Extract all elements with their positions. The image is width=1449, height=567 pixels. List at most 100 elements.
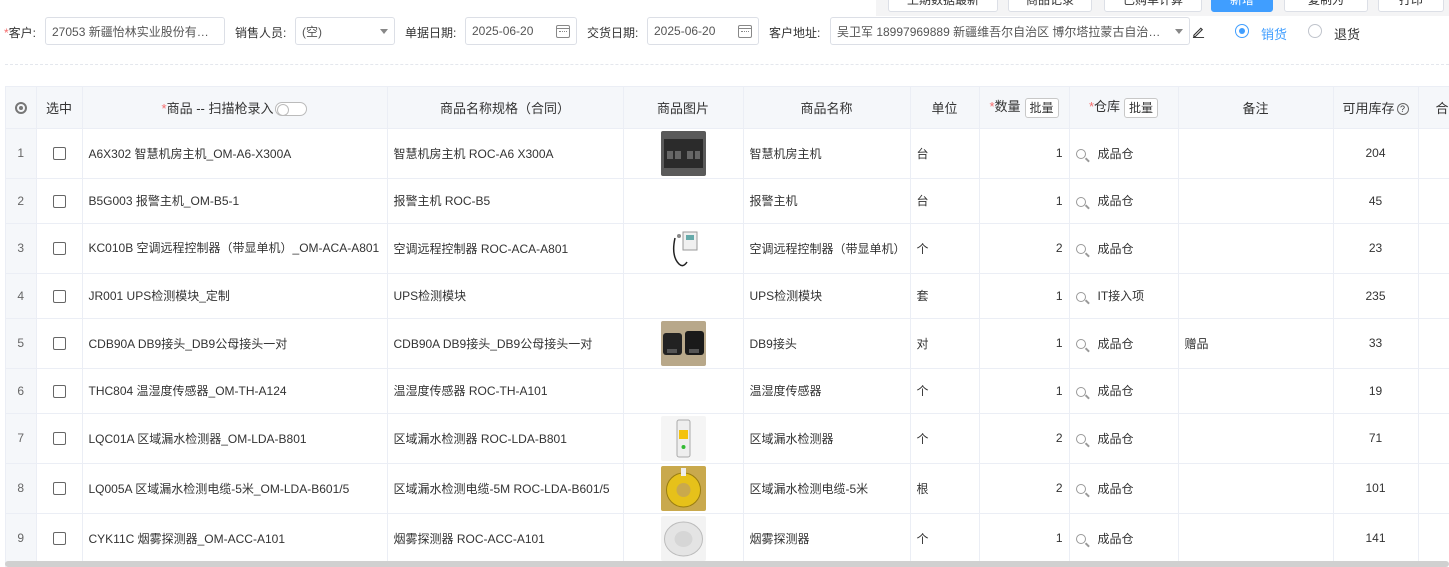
search-icon[interactable] <box>1075 339 1086 350</box>
warehouse-cell[interactable]: 成品仓 <box>1069 318 1179 369</box>
radio-sale-label[interactable]: 销货 <box>1261 24 1287 43</box>
row-checkbox[interactable] <box>52 147 66 161</box>
toolbar-button-4[interactable]: 复制为 <box>1284 0 1368 12</box>
spec-cell[interactable]: 温湿度传感器 ROC-TH-A101 <box>387 368 624 414</box>
product-image[interactable] <box>630 130 737 176</box>
print-button[interactable]: 打印 <box>1378 0 1444 12</box>
product-image[interactable] <box>630 465 737 511</box>
warehouse-cell[interactable]: 成品仓 <box>1069 463 1179 514</box>
scanner-toggle[interactable] <box>275 102 308 117</box>
row-checkbox[interactable] <box>52 337 66 351</box>
product-image[interactable] <box>630 225 737 271</box>
table-row[interactable]: 5 CDB90A DB9接头_DB9公母接头一对 CDB90A DB9接头_DB9公… <box>6 318 1449 369</box>
row-checkbox[interactable] <box>52 384 66 398</box>
table-row[interactable]: 6 THC804 温湿度传感器_OM-TH-A124 温湿度传感器 ROC-TH-A… <box>6 368 1449 414</box>
unit-cell[interactable]: 对 <box>910 318 980 369</box>
qty-cell[interactable]: 1 <box>979 318 1070 369</box>
unit-cell[interactable]: 个 <box>910 413 980 464</box>
help-icon[interactable]: ? <box>1396 103 1409 116</box>
radio-return-label[interactable]: 退货 <box>1334 24 1360 43</box>
edit-icon[interactable] <box>1192 25 1205 38</box>
warehouse-cell[interactable]: 成品仓 <box>1069 178 1179 224</box>
remark-cell[interactable] <box>1178 223 1334 274</box>
table-row[interactable]: 8 LQ005A 区域漏水检测电缆-5米_OM-LDA-B601/5 区域漏水检测电… <box>6 463 1449 514</box>
search-icon[interactable] <box>1075 386 1086 397</box>
name-cell[interactable]: 区域漏水检测器 <box>743 413 911 464</box>
spec-cell[interactable]: 区域漏水检测器 ROC-LDA-B801 <box>387 413 624 464</box>
unit-cell[interactable]: 个 <box>910 513 980 564</box>
qty-cell[interactable]: 2 <box>979 223 1070 274</box>
warehouse-cell[interactable]: 成品仓 <box>1069 513 1179 564</box>
row-checkbox[interactable] <box>52 532 66 546</box>
gear-icon[interactable] <box>14 102 27 115</box>
warehouse-cell[interactable]: 成品仓 <box>1069 128 1179 179</box>
radio-sale[interactable] <box>1235 24 1249 38</box>
name-cell[interactable]: 温湿度传感器 <box>743 368 911 414</box>
unit-cell[interactable]: 台 <box>910 128 980 179</box>
name-cell[interactable]: 区域漏水检测电缆-5米 <box>743 463 911 514</box>
name-cell[interactable]: UPS检测模块 <box>743 273 911 319</box>
warehouse-cell[interactable]: 成品仓 <box>1069 413 1179 464</box>
product-image[interactable] <box>630 515 737 561</box>
row-checkbox[interactable] <box>52 242 66 256</box>
remark-cell[interactable] <box>1178 413 1334 464</box>
search-icon[interactable] <box>1075 434 1086 445</box>
product-cell[interactable]: THC804 温湿度传感器_OM-TH-A124 <box>82 368 388 414</box>
qty-cell[interactable]: 2 <box>979 413 1070 464</box>
add-new-button[interactable]: 新增 <box>1211 0 1273 12</box>
warehouse-batch-button[interactable]: 批量 <box>1124 98 1159 119</box>
row-checkbox[interactable] <box>52 432 66 446</box>
radio-return[interactable] <box>1308 24 1322 38</box>
remark-cell[interactable] <box>1178 178 1334 224</box>
spec-cell[interactable]: UPS检测模块 <box>387 273 624 319</box>
product-cell[interactable]: JR001 UPS检测模块_定制 <box>82 273 388 319</box>
qty-batch-button[interactable]: 批量 <box>1024 98 1059 119</box>
spec-cell[interactable]: 烟雾探测器 ROC-ACC-A101 <box>387 513 624 564</box>
bill-date-picker[interactable]: 2025-06-20 <box>465 17 577 45</box>
customer-select[interactable]: 27053 新疆怡林实业股份有限公司 <box>45 17 225 45</box>
unit-cell[interactable]: 台 <box>910 178 980 224</box>
row-checkbox[interactable] <box>52 289 66 303</box>
row-checkbox[interactable] <box>52 194 66 208</box>
search-icon[interactable] <box>1075 484 1086 495</box>
warehouse-cell[interactable]: 成品仓 <box>1069 368 1179 414</box>
toolbar-button-2[interactable]: 已购单计算 <box>1104 0 1202 12</box>
product-image[interactable] <box>630 320 737 366</box>
toolbar-button-1[interactable]: 商品记录 <box>1008 0 1092 12</box>
qty-cell[interactable]: 1 <box>979 513 1070 564</box>
sales-select[interactable]: (空) <box>295 17 395 45</box>
name-cell[interactable]: 空调远程控制器（带显单机） <box>743 223 911 274</box>
column-settings[interactable] <box>6 87 37 129</box>
table-row[interactable]: 3 KC010B 空调远程控制器（带显单机）_OM-ACA-A801 空调远程控制器… <box>6 223 1449 274</box>
remark-cell[interactable]: 赠品 <box>1178 318 1334 369</box>
row-checkbox[interactable] <box>52 482 66 496</box>
spec-cell[interactable]: CDB90A DB9接头_DB9公母接头一对 <box>387 318 624 369</box>
product-cell[interactable]: KC010B 空调远程控制器（带显单机）_OM-ACA-A801 <box>82 223 388 274</box>
unit-cell[interactable]: 个 <box>910 223 980 274</box>
search-icon[interactable] <box>1075 291 1086 302</box>
product-cell[interactable]: B5G003 报警主机_OM-B5-1 <box>82 178 388 224</box>
table-row[interactable]: 4 JR001 UPS检测模块_定制 UPS检测模块 UPS检测模块套 1 IT接入项 23… <box>6 273 1449 319</box>
qty-cell[interactable]: 1 <box>979 178 1070 224</box>
name-cell[interactable]: 智慧机房主机 <box>743 128 911 179</box>
product-cell[interactable]: A6X302 智慧机房主机_OM-A6-X300A <box>82 128 388 179</box>
qty-cell[interactable]: 1 <box>979 368 1070 414</box>
spec-cell[interactable]: 空调远程控制器 ROC-ACA-A801 <box>387 223 624 274</box>
remark-cell[interactable] <box>1178 463 1334 514</box>
qty-cell[interactable]: 1 <box>979 273 1070 319</box>
spec-cell[interactable]: 报警主机 ROC-B5 <box>387 178 624 224</box>
product-image[interactable] <box>630 415 737 461</box>
product-cell[interactable]: CYK11C 烟雾探测器_OM-ACC-A101 <box>82 513 388 564</box>
name-cell[interactable]: 烟雾探测器 <box>743 513 911 564</box>
table-row[interactable]: 2 B5G003 报警主机_OM-B5-1 报警主机 ROC-B5 报警主机台 1 成品仓… <box>6 178 1449 224</box>
spec-cell[interactable]: 智慧机房主机 ROC-A6 X300A <box>387 128 624 179</box>
table-row[interactable]: 7 LQC01A 区域漏水检测器_OM-LDA-B801 区域漏水检测器 ROC-L… <box>6 413 1449 464</box>
remark-cell[interactable] <box>1178 273 1334 319</box>
spec-cell[interactable]: 区域漏水检测电缆-5M ROC-LDA-B601/5 <box>387 463 624 514</box>
table-row[interactable]: 9 CYK11C 烟雾探测器_OM-ACC-A101 烟雾探测器 ROC-ACC-A… <box>6 513 1449 564</box>
horizontal-scrollbar[interactable] <box>5 561 1449 567</box>
remark-cell[interactable] <box>1178 128 1334 179</box>
product-cell[interactable]: LQC01A 区域漏水检测器_OM-LDA-B801 <box>82 413 388 464</box>
delivery-date-picker[interactable]: 2025-06-20 <box>647 17 759 45</box>
table-row[interactable]: 1 A6X302 智慧机房主机_OM-A6-X300A 智慧机房主机 ROC-A6 … <box>6 128 1449 179</box>
